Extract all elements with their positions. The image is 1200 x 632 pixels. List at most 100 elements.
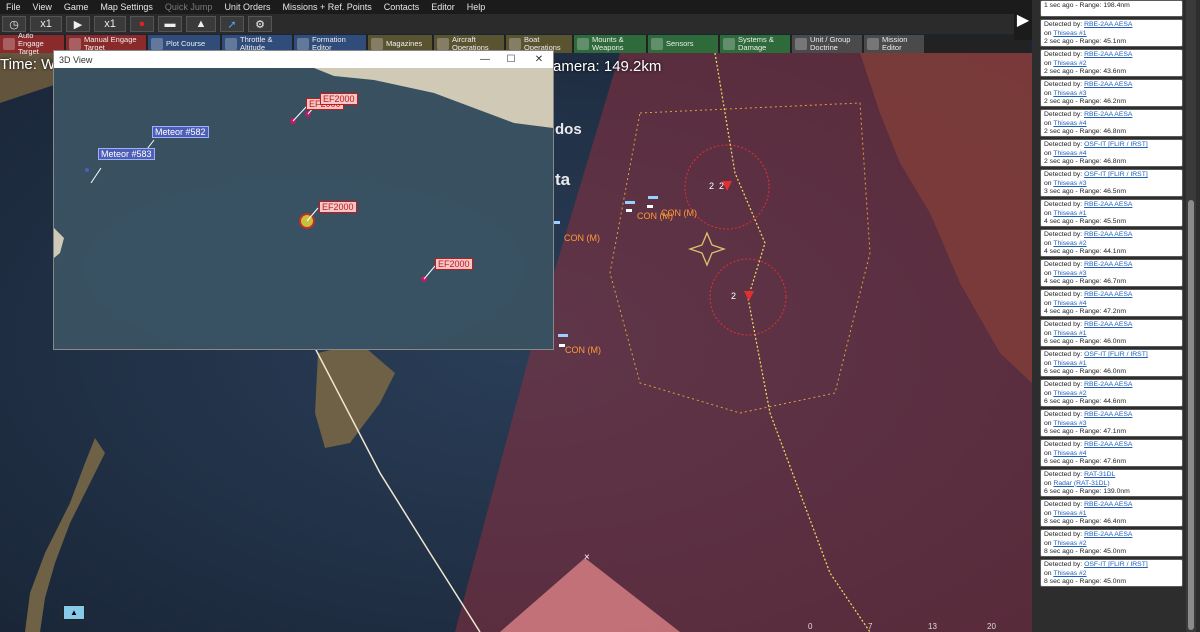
- sensor-link[interactable]: RBE-2AA AESA: [1084, 111, 1132, 118]
- sensor-link[interactable]: RBE-2AA AESA: [1084, 21, 1132, 28]
- unit-link[interactable]: Thiseas #1: [1053, 30, 1086, 37]
- systems-damage-button[interactable]: Systems & Damage: [720, 35, 790, 53]
- detection-entry[interactable]: Detected by: RBE-2AA AESA on Thiseas #3 6 …: [1040, 409, 1183, 437]
- contact-label[interactable]: CON (M): [564, 233, 600, 243]
- detection-entry[interactable]: Detected by: OSF-IT [FLIR / IRST] on This…: [1040, 139, 1183, 167]
- detected-by-label: Detected by:: [1044, 531, 1083, 538]
- sensor-link[interactable]: RBE-2AA AESA: [1084, 321, 1132, 328]
- detection-entry[interactable]: Detected by: RBE-2AA AESA on Thiseas #2 6 …: [1040, 379, 1183, 407]
- play-icon[interactable]: ▶: [66, 16, 90, 32]
- unit-link[interactable]: Thiseas #1: [1053, 330, 1086, 337]
- unit-link[interactable]: Radar (RAT-31DL): [1053, 480, 1109, 487]
- scrollbar-thumb[interactable]: [1188, 200, 1194, 630]
- detection-entry[interactable]: Detected by: RBE-2AA AESA on Thiseas #1 6 …: [1040, 319, 1183, 347]
- detection-entry[interactable]: Detected by: OSF-IT [FLIR / IRST] on This…: [1040, 349, 1183, 377]
- unit-link[interactable]: Thiseas #4: [1053, 120, 1086, 127]
- menu-editor[interactable]: Editor: [425, 2, 461, 12]
- detection-entry[interactable]: Detected by: RBE-2AA AESA on Thiseas #3 4 …: [1040, 259, 1183, 287]
- unit-label[interactable]: Meteor #583: [98, 148, 155, 160]
- vehicle-icon[interactable]: ▲: [186, 16, 216, 32]
- contact-label[interactable]: CON (M): [661, 208, 697, 218]
- maximize-icon[interactable]: ☐: [498, 51, 524, 68]
- unit-link[interactable]: Thiseas #1: [1053, 210, 1086, 217]
- contact-label[interactable]: CON (M): [565, 345, 601, 355]
- sensor-link[interactable]: RBE-2AA AESA: [1084, 291, 1132, 298]
- step-button[interactable]: x1: [94, 16, 126, 32]
- time-compression-button[interactable]: x1: [30, 16, 62, 32]
- unit-link[interactable]: Thiseas #4: [1053, 150, 1086, 157]
- ammo-icon: [371, 38, 383, 50]
- unit-link[interactable]: Thiseas #3: [1053, 270, 1086, 277]
- map-marker-icon[interactable]: ▲: [63, 605, 85, 620]
- unit-link[interactable]: Thiseas #3: [1053, 420, 1086, 427]
- close-icon[interactable]: ✕: [526, 51, 552, 68]
- arrow-icon[interactable]: ➚: [220, 16, 244, 32]
- unit-link[interactable]: Thiseas #3: [1053, 180, 1086, 187]
- gear-icon[interactable]: ⚙: [248, 16, 272, 32]
- 3d-view-titlebar[interactable]: 3D View — ☐ ✕: [54, 51, 553, 68]
- menu-file[interactable]: File: [0, 2, 27, 12]
- panel-toggle-icon[interactable]: ▶: [1014, 0, 1032, 40]
- detection-entry[interactable]: Detected by: RBE-2AA AESA on Thiseas #1 8 …: [1040, 499, 1183, 527]
- 3d-view-window[interactable]: 3D View — ☐ ✕ Meteor #582 Meteor #583 EF…: [53, 50, 554, 350]
- unit-label[interactable]: Meteor #582: [152, 126, 209, 138]
- menu-help[interactable]: Help: [461, 2, 492, 12]
- unit-link[interactable]: Thiseas #1: [1053, 360, 1086, 367]
- sensor-link[interactable]: RBE-2AA AESA: [1084, 261, 1132, 268]
- doctrine-button[interactable]: Unit / Group Doctrine: [792, 35, 862, 53]
- detection-entry[interactable]: Detected by: RAT-31DL on Radar (RAT-31DL)…: [1040, 469, 1183, 497]
- detection-entry[interactable]: 1 sec ago - Range: 198.4nm: [1040, 0, 1183, 17]
- unit-link[interactable]: Thiseas #1: [1053, 510, 1086, 517]
- sensor-link[interactable]: RBE-2AA AESA: [1084, 531, 1132, 538]
- sensor-link[interactable]: RAT-31DL: [1084, 471, 1115, 478]
- detection-entry[interactable]: Detected by: OSF-IT [FLIR / IRST] on This…: [1040, 169, 1183, 197]
- clock-icon[interactable]: ◷: [2, 16, 26, 32]
- sensor-link[interactable]: RBE-2AA AESA: [1084, 501, 1132, 508]
- sensor-link[interactable]: OSF-IT [FLIR / IRST]: [1084, 351, 1148, 358]
- contact-label[interactable]: EF2000: [435, 258, 473, 270]
- menu-missions[interactable]: Missions + Ref. Points: [276, 2, 377, 12]
- detection-entry[interactable]: Detected by: RBE-2AA AESA on Thiseas #2 2 …: [1040, 49, 1183, 77]
- detection-entry[interactable]: Detected by: RBE-2AA AESA on Thiseas #4 6 …: [1040, 439, 1183, 467]
- unit-link[interactable]: Thiseas #4: [1053, 300, 1086, 307]
- record-icon[interactable]: ●: [130, 16, 154, 32]
- sensor-link[interactable]: RBE-2AA AESA: [1084, 51, 1132, 58]
- sensor-link[interactable]: OSF-IT [FLIR / IRST]: [1084, 141, 1148, 148]
- detection-entry[interactable]: Detected by: RBE-2AA AESA on Thiseas #1 2 …: [1040, 19, 1183, 47]
- sensors-button[interactable]: Sensors: [648, 35, 718, 53]
- sensor-link[interactable]: RBE-2AA AESA: [1084, 441, 1132, 448]
- detection-entry[interactable]: Detected by: RBE-2AA AESA on Thiseas #4 2 …: [1040, 109, 1183, 137]
- detection-entry[interactable]: Detected by: RBE-2AA AESA on Thiseas #2 8 …: [1040, 529, 1183, 557]
- sensor-link[interactable]: RBE-2AA AESA: [1084, 81, 1132, 88]
- menu-unit-orders[interactable]: Unit Orders: [218, 2, 276, 12]
- contact-label[interactable]: EF2000: [319, 201, 357, 213]
- contact-label[interactable]: EF2000: [320, 93, 358, 105]
- minimize-icon[interactable]: —: [472, 51, 498, 68]
- detection-entry[interactable]: Detected by: RBE-2AA AESA on Thiseas #2 4 …: [1040, 229, 1183, 257]
- sensor-link[interactable]: RBE-2AA AESA: [1084, 201, 1132, 208]
- sensor-link[interactable]: RBE-2AA AESA: [1084, 411, 1132, 418]
- sensor-link[interactable]: RBE-2AA AESA: [1084, 381, 1132, 388]
- menu-quick-jump[interactable]: Quick Jump: [159, 2, 219, 12]
- detection-entry[interactable]: Detected by: OSF-IT [FLIR / IRST] on This…: [1040, 559, 1183, 587]
- unit-link[interactable]: Thiseas #2: [1053, 60, 1086, 67]
- mounts-weapons-button[interactable]: Mounts & Weapons: [574, 35, 646, 53]
- detection-entry[interactable]: Detected by: RBE-2AA AESA on Thiseas #4 4 …: [1040, 289, 1183, 317]
- unit-link[interactable]: Thiseas #4: [1053, 450, 1086, 457]
- menu-view[interactable]: View: [27, 2, 58, 12]
- mission-editor-button[interactable]: Mission Editor: [864, 35, 924, 53]
- detection-entry[interactable]: Detected by: RBE-2AA AESA on Thiseas #1 4 …: [1040, 199, 1183, 227]
- menu-game[interactable]: Game: [58, 2, 95, 12]
- detection-entry[interactable]: Detected by: RBE-2AA AESA on Thiseas #3 2 …: [1040, 79, 1183, 107]
- sensor-link[interactable]: OSF-IT [FLIR / IRST]: [1084, 171, 1148, 178]
- sensor-link[interactable]: RBE-2AA AESA: [1084, 231, 1132, 238]
- sensor-link[interactable]: OSF-IT [FLIR / IRST]: [1084, 561, 1148, 568]
- menu-contacts[interactable]: Contacts: [378, 2, 426, 12]
- unit-link[interactable]: Thiseas #3: [1053, 90, 1086, 97]
- unit-link[interactable]: Thiseas #2: [1053, 240, 1086, 247]
- pause-icon[interactable]: ▬: [158, 16, 182, 32]
- unit-link[interactable]: Thiseas #2: [1053, 540, 1086, 547]
- menu-map-settings[interactable]: Map Settings: [94, 2, 159, 12]
- unit-link[interactable]: Thiseas #2: [1053, 570, 1086, 577]
- unit-link[interactable]: Thiseas #2: [1053, 390, 1086, 397]
